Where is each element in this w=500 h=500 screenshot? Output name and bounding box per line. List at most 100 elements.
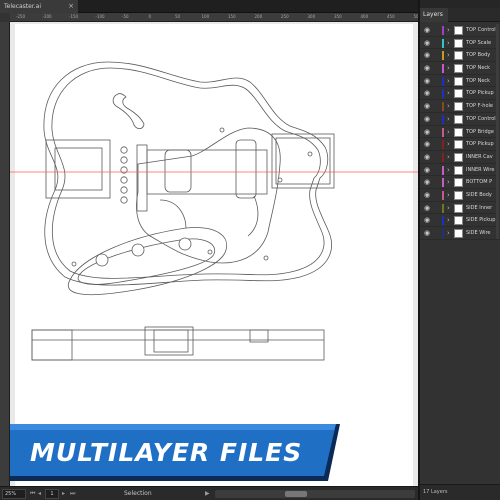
chevron-right-icon[interactable]: › — [447, 76, 453, 86]
saddle-hole — [120, 186, 128, 194]
layer-row[interactable]: ◉ › TOP F-hole — [420, 100, 500, 113]
layer-thumbnail — [454, 38, 463, 48]
chevron-right-icon[interactable]: › — [447, 63, 453, 73]
layer-row[interactable]: ◉ › TOP Control — [420, 24, 500, 37]
chevron-right-icon[interactable]: › — [447, 127, 453, 137]
chevron-right-icon[interactable]: › — [447, 101, 453, 111]
ruler-corner[interactable] — [0, 13, 10, 22]
horizontal-scrollbar[interactable] — [215, 490, 415, 498]
last-page-icon[interactable]: ⏭ — [70, 487, 75, 500]
layer-color-swatch — [442, 203, 444, 213]
canvas-area[interactable]: MULTILAYER FILES — [10, 22, 418, 486]
layer-name: TOP F-hole — [466, 103, 493, 110]
screw-hole — [207, 249, 213, 255]
layer-color-swatch — [442, 165, 444, 175]
layer-row[interactable]: ◉ › TOP Neck — [420, 62, 500, 75]
tab-layers[interactable]: Layers — [420, 8, 448, 22]
layer-color-swatch — [442, 178, 444, 188]
eye-icon[interactable]: ◉ — [423, 191, 431, 199]
eye-icon[interactable]: ◉ — [423, 26, 431, 34]
layer-row[interactable]: ◉ › TOP Body — [420, 49, 500, 63]
layer-row[interactable]: ◉ › SIDE Pickup — [420, 214, 500, 227]
layer-name: INNER Wire — [466, 166, 495, 173]
next-page-icon[interactable]: ▸ — [62, 487, 65, 500]
eye-icon[interactable]: ◉ — [423, 51, 431, 59]
layer-row[interactable]: ◉ › TOP Pickup — [420, 138, 500, 151]
ruler-tick-label: -50 — [122, 14, 129, 19]
eye-icon[interactable]: ◉ — [423, 216, 431, 224]
eye-icon[interactable]: ◉ — [423, 77, 431, 85]
layer-row[interactable]: ◉ › TOP Neck — [420, 75, 500, 88]
bridge-route — [54, 147, 103, 191]
chevron-right-icon[interactable]: › — [447, 177, 453, 187]
layers-panel: Layers ◉ › TOP Control ◉ › TOP Scale ◉ › TOP Bod… — [420, 0, 500, 500]
layer-row[interactable]: ◉ › TOP Pickup — [420, 87, 500, 101]
eye-icon[interactable]: ◉ — [423, 166, 431, 174]
ruler-tick-label: -200 — [42, 14, 52, 19]
eye-icon[interactable]: ◉ — [423, 39, 431, 47]
layer-row[interactable]: ◉ › INNER Cav — [420, 151, 500, 164]
panel-scrollbar[interactable] — [496, 24, 499, 239]
screw-hole — [307, 151, 313, 157]
ruler-tick-label: 0 — [148, 14, 152, 19]
zoom-field[interactable]: 25% — [2, 489, 26, 499]
layer-row[interactable]: ◉ › TOP Bridge — [420, 126, 500, 139]
layer-row[interactable]: ◉ › SIDE Inner — [420, 202, 500, 215]
scrollbar-thumb[interactable] — [285, 491, 307, 497]
eye-icon[interactable]: ◉ — [423, 89, 431, 97]
prev-page-icon[interactable]: ◂ — [38, 487, 41, 500]
chevron-right-icon[interactable]: › — [447, 38, 453, 48]
layer-row[interactable]: ◉ › TOP Scale — [420, 37, 500, 50]
close-icon[interactable]: × — [66, 0, 76, 13]
eye-icon[interactable]: ◉ — [423, 64, 431, 72]
chevron-right-icon[interactable]: › — [447, 152, 453, 162]
ruler-tick-label: -250 — [16, 14, 26, 19]
eye-icon[interactable]: ◉ — [423, 102, 431, 110]
layer-row[interactable]: ◉ › BOTTOM P — [420, 176, 500, 189]
eye-icon[interactable]: ◉ — [423, 229, 431, 237]
chevron-right-icon[interactable]: › — [447, 114, 453, 124]
horizontal-ruler[interactable]: -250 -200 -150 -100 -50 0 50 100 150 200 250 300 350… — [10, 13, 418, 22]
chevron-right-icon[interactable]: › — [447, 139, 453, 149]
guitar-body-drawing[interactable] — [10, 22, 418, 486]
side-pickup-2 — [153, 329, 189, 353]
chevron-right-icon[interactable]: › — [447, 190, 453, 200]
vertical-ruler[interactable] — [0, 22, 10, 486]
ruler-tick-label: 150 — [228, 14, 236, 19]
document-tab[interactable]: Telecaster.ai × — [0, 0, 78, 13]
layer-color-swatch — [442, 51, 444, 61]
layer-row[interactable]: ◉ › SIDE Body — [420, 189, 500, 202]
side-pickup — [144, 326, 194, 356]
play-icon[interactable]: ▶ — [205, 487, 210, 500]
chevron-right-icon[interactable]: › — [447, 88, 453, 98]
page-field[interactable]: 1 — [45, 489, 59, 499]
chevron-right-icon[interactable]: › — [447, 215, 453, 225]
layer-thumbnail — [454, 64, 463, 74]
layer-color-swatch — [442, 64, 444, 74]
chevron-right-icon[interactable]: › — [447, 25, 453, 35]
screw-hole — [219, 127, 225, 133]
chevron-right-icon[interactable]: › — [447, 203, 453, 213]
chevron-right-icon[interactable]: › — [447, 50, 453, 60]
eye-icon[interactable]: ◉ — [423, 204, 431, 212]
chevron-right-icon[interactable]: › — [447, 165, 453, 175]
layer-row[interactable]: ◉ › SIDE Wire — [420, 227, 500, 240]
eye-icon[interactable]: ◉ — [423, 115, 431, 123]
layer-name: INNER Cav — [466, 153, 493, 160]
eye-icon[interactable]: ◉ — [423, 128, 431, 136]
wire-channel-2 — [247, 195, 259, 237]
eye-icon[interactable]: ◉ — [423, 153, 431, 161]
eye-icon[interactable]: ◉ — [423, 140, 431, 148]
layer-thumbnail — [454, 178, 463, 188]
ruler-tick-label: -150 — [69, 14, 79, 19]
chevron-right-icon[interactable]: › — [447, 228, 453, 238]
eye-icon[interactable]: ◉ — [423, 178, 431, 186]
layer-row[interactable]: ◉ › TOP Control — [420, 113, 500, 126]
layer-color-swatch — [442, 127, 444, 137]
layer-row[interactable]: ◉ › INNER Wire — [420, 164, 500, 177]
control-knob — [131, 243, 145, 257]
layer-color-swatch — [442, 76, 444, 86]
first-page-icon[interactable]: ⏮ — [30, 487, 35, 500]
banner-title: MULTILAYER FILES — [30, 438, 303, 467]
panel-footer: 17 Layers — [420, 484, 500, 500]
